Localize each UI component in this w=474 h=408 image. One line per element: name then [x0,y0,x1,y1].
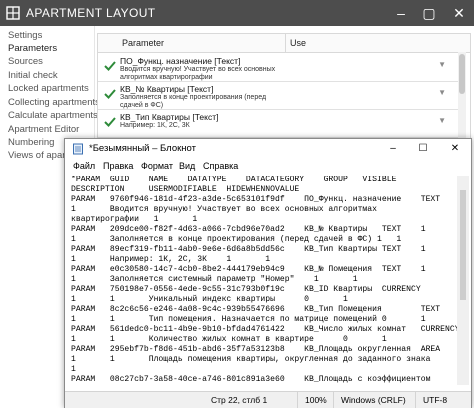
column-header-label: Use [290,38,307,48]
chevron-down-icon: ▼ [438,116,446,125]
menu-edit[interactable]: Правка [103,161,133,171]
text-line: PARAM 561dedc0-bc11-4b9e-9b10-bfdad47614… [71,325,457,334]
text-editor-area[interactable]: *PARAM GUID NAME DATATYPE DATACATEGORY G… [67,176,457,385]
column-header-parameter[interactable]: Parameter [98,34,286,53]
check-icon[interactable] [104,116,116,128]
chevron-down-icon: ▼ [438,88,446,97]
sidebar-item-locked-apartments[interactable]: Locked apartments [8,83,89,94]
parameter-name: КВ_№ Квартиры [Текст] [120,84,214,94]
parameters-table: Parameter Use ПО_Функц. назначение [Текс… [97,33,471,155]
menu-file[interactable]: Файл [73,161,95,171]
parameter-name: ПО_Функц. назначение [Текст] [120,56,241,66]
encoding: UTF-8 [423,395,448,405]
check-icon[interactable] [104,60,116,72]
restore-button[interactable]: ▢ [414,0,444,26]
app-logo-icon [6,6,20,20]
status-divider [333,392,334,408]
maximize-button[interactable]: ☐ [409,139,437,159]
notepad-icon [73,143,83,155]
text-line: DESCRIPTION USERMODIFIABLE HIDEWHENNOVAL… [71,185,300,194]
use-dropdown[interactable]: ▼ [290,60,450,74]
notepad-titlebar[interactable]: *Безымянный – Блокнот – ☐ ✕ [65,139,471,159]
text-line: 1 Вводится вручную! Участвует во всех ос… [71,205,377,214]
parameter-description: Заполняется в конце проектирования (пере… [120,94,267,109]
sidebar-item-collecting-apartments[interactable]: Collecting apartments [8,97,100,108]
table-scrollbar[interactable] [458,52,466,152]
use-dropdown[interactable]: ▼ [290,88,450,102]
text-line: PARAM 08c27cb7-3a58-40ce-a746-801c891a3e… [71,375,431,384]
status-bar: Стр 22, стлб 1 100% Windows (CRLF) UTF-8 [65,391,471,408]
text-line: PARAM 295ebf7b-f8d6-451b-abd6-35f7a53123… [71,345,457,354]
close-button[interactable]: ✕ [444,0,474,26]
use-dropdown[interactable]: ▼ [290,116,450,130]
text-line: 1 1 Уникальный индекс квартиры 0 1 [71,295,348,304]
menu-view[interactable]: Вид [179,161,195,171]
scrollbar-thumb[interactable] [459,54,465,94]
notepad-window: *Безымянный – Блокнот – ☐ ✕ Файл Правка … [64,138,472,408]
text-line: PARAM e0c30580-14c7-4cb0-8be2-444179eb94… [71,265,426,274]
menu-format[interactable]: Формат [141,161,173,171]
zoom-level: 100% [305,395,327,405]
text-line: 1 1 Тип помещения. Назначается по матриц… [71,315,426,324]
text-line: 1 [71,365,76,374]
column-header-use[interactable]: Use [286,34,470,53]
text-line: PARAM 750198e7-0556-4ede-9c55-31c793b0f1… [71,285,421,294]
menu-bar: Файл Правка Формат Вид Справка [65,159,471,175]
chevron-down-icon: ▼ [438,60,446,69]
status-divider [297,392,298,408]
app-title: APARTMENT LAYOUT [26,6,156,20]
text-line: PARAM 8c2c6c56-e246-4a08-9c4c-939b554766… [71,305,441,314]
text-line: 1 Заполняется системный параметр "Номер"… [71,275,358,284]
text-line: 1 Например: 1К, 2С, 3К 1 1 [71,255,271,264]
sidebar-item-sources[interactable]: Sources [8,56,43,67]
scrollbar-thumb[interactable] [460,190,466,300]
minimize-button[interactable]: – [379,139,407,159]
text-line: PARAM 89ecf319-fb11-4ab0-9e6e-6d6a8b5dd5… [71,245,426,254]
minimize-button[interactable]: – [386,0,416,26]
cursor-position: Стр 22, стлб 1 [211,395,268,405]
parameter-name: КВ_Тип Квартиры [Текст] [120,112,219,122]
sidebar-item-parameters[interactable]: Parameters [8,43,57,54]
table-row[interactable]: КВ_№ Квартиры [Текст] Заполняется в конц… [98,82,458,110]
text-line: *PARAM GUID NAME DATATYPE DATACATEGORY G… [71,176,397,184]
text-line: PARAM 209dce00-f82f-4d63-a066-7cbd96e70a… [71,225,426,234]
check-icon[interactable] [104,88,116,100]
menu-help[interactable]: Справка [203,161,238,171]
sidebar-item-calculate-apartments[interactable]: Calculate apartments [8,110,98,121]
text-line: 1 1 Площадь помещения квартиры, округлен… [71,355,457,364]
notepad-title: *Безымянный – Блокнот [89,143,196,154]
status-divider [415,392,416,408]
sidebar-item-initial-check[interactable]: Initial check [8,70,58,81]
text-line: PARAM 9760f946-181d-4f23-a3de-5c653101f9… [71,195,457,204]
sidebar-item-numbering[interactable]: Numbering [8,137,54,148]
sidebar-item-apartment-editor[interactable]: Apartment Editor [8,124,79,135]
close-button[interactable]: ✕ [441,139,469,159]
parameter-description: Например: 1К, 2С, 3К [120,122,190,129]
sidebar-item-settings[interactable]: Settings [8,30,42,41]
text-line: 1 1 Количество жилых комнат в квартире 0… [71,335,387,344]
app-titlebar[interactable]: APARTMENT LAYOUT – ▢ ✕ [0,0,474,26]
line-ending: Windows (CRLF) [341,395,406,405]
parameter-description: Вводится вручную! Участвует во всех осно… [120,66,276,81]
table-row[interactable]: КВ_Тип Квартиры [Текст] Например: 1К, 2С… [98,110,458,138]
vertical-scrollbar[interactable] [457,176,469,385]
text-line: 1 Заполняется в конце проектирования (пе… [71,235,402,244]
table-row[interactable]: ПО_Функц. назначение [Текст] Вводится вр… [98,54,458,82]
column-header-label: Parameter [122,38,165,48]
text-line: квартирографии 1 1 [71,215,198,224]
